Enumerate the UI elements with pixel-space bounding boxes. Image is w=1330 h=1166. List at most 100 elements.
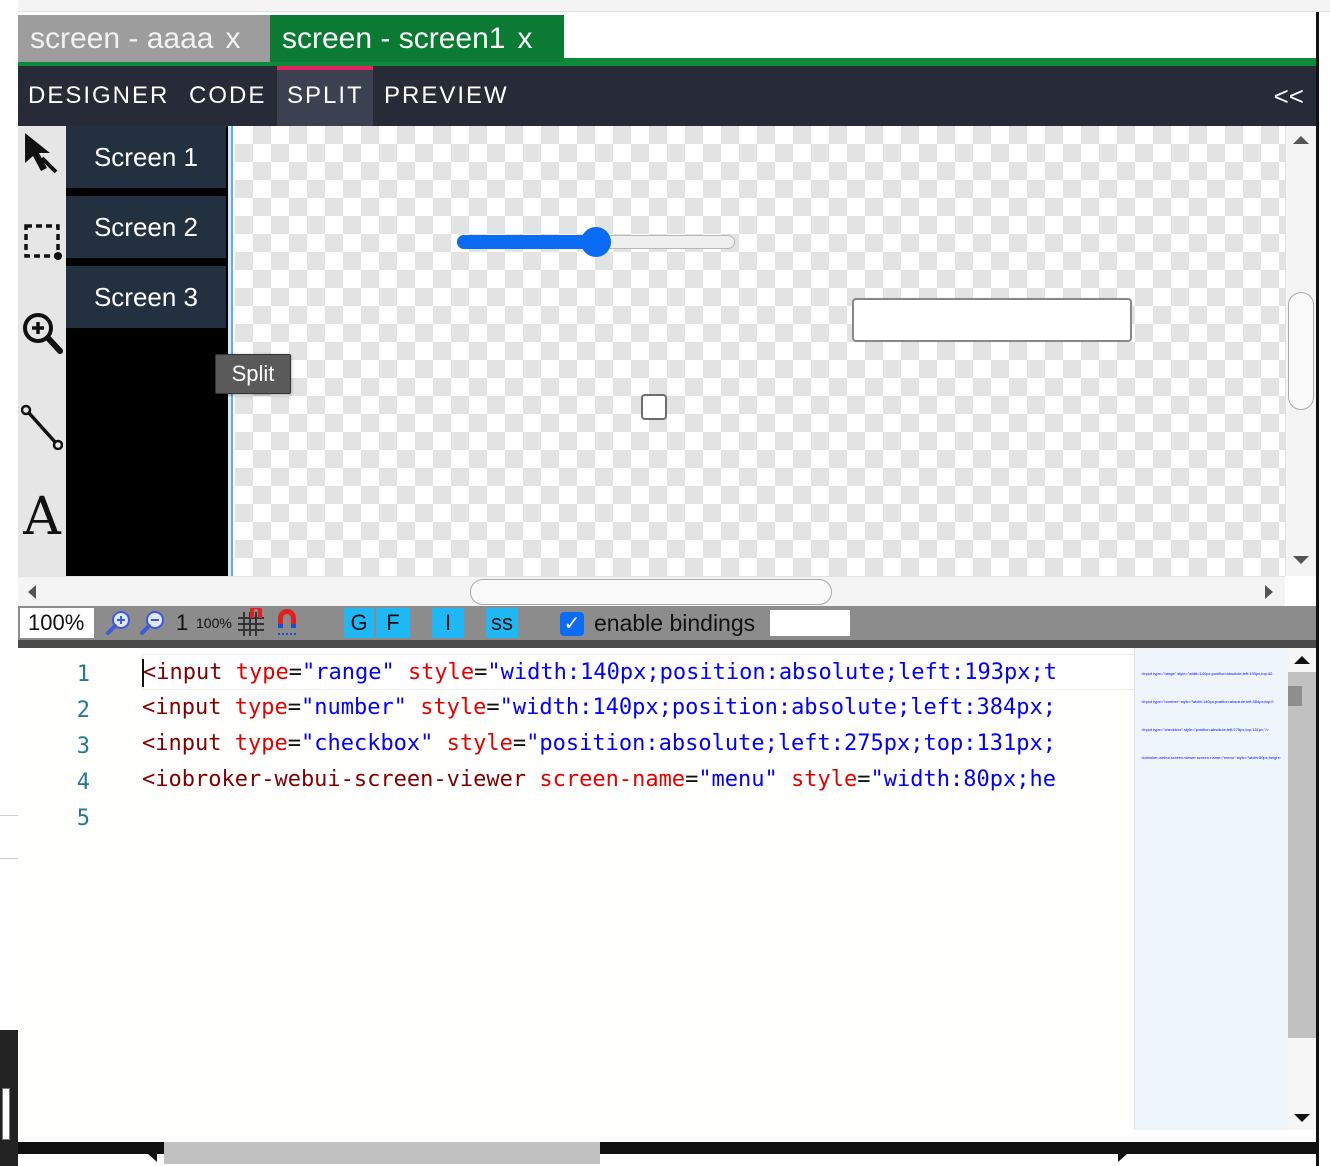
divider <box>0 858 18 859</box>
outer-left-edge <box>0 0 18 1166</box>
scroll-down-arrow-icon[interactable] <box>1294 1114 1310 1122</box>
designer-toolbar: 100% 1 100% G F I ss ✓ enable bindings <box>18 606 1316 640</box>
code-value: "menu" <box>698 767 778 792</box>
minimap-line: <input type="checkbox" style="position:a… <box>1141 728 1269 732</box>
tab-split[interactable]: SPLIT <box>277 66 373 126</box>
toolbar-text-input[interactable] <box>770 610 850 636</box>
doc-tab-label: screen - screen1 <box>282 22 506 55</box>
code-line[interactable]: <input type="number" style="width:140px;… <box>142 690 1056 726</box>
scroll-right-arrow-icon[interactable] <box>1265 585 1273 599</box>
tooltip: Split <box>215 354 291 394</box>
code-horizontal-scrollbar[interactable] <box>142 1138 1134 1164</box>
doc-tab-label: screen - aaaa <box>30 22 214 55</box>
scroll-up-arrow-icon[interactable] <box>1293 136 1309 144</box>
zoom-icon[interactable] <box>20 308 64 358</box>
code-minimap[interactable]: <input type="range" style="width:140px;p… <box>1134 648 1288 1130</box>
window-top-strip <box>0 0 1330 12</box>
toggle-i-button[interactable]: I <box>432 608 464 638</box>
scroll-up-arrow-icon[interactable] <box>1294 656 1310 664</box>
pointer-icon[interactable] <box>20 128 64 178</box>
close-icon[interactable]: x <box>225 22 240 55</box>
scrollbar-thumb[interactable] <box>1288 292 1314 410</box>
tab-preview[interactable]: PREVIEW <box>374 66 519 126</box>
code-value: "width:140px;position:absolute;left:193p… <box>487 660 1057 685</box>
code-editor[interactable]: 1 2 3 4 5 <input type="range" style="wid… <box>18 648 1316 1164</box>
code-attr: type <box>235 660 289 685</box>
scroll-down-arrow-icon[interactable] <box>1293 556 1309 564</box>
designer-app: screen - aaaa x screen - screen1 x DESIGNE… <box>18 12 1316 1164</box>
background-panel <box>2 1088 10 1140</box>
canvas-horizontal-scrollbar[interactable] <box>18 576 1285 606</box>
minimap-line: <input type="range" style="width:140px;p… <box>1141 672 1273 676</box>
document-tab-bar: screen - aaaa x screen - screen1 x <box>18 12 1316 66</box>
toggle-g-button[interactable]: G <box>344 608 374 638</box>
code-value: "width:140px;position:absolute;left:384p… <box>499 695 1056 720</box>
designer-area: A Screen 1 Screen 2 Screen 3 Split <box>18 126 1316 606</box>
tab-designer[interactable]: DESIGNER <box>18 66 179 126</box>
close-icon[interactable]: x <box>517 22 532 55</box>
slider-thumb[interactable] <box>581 227 611 257</box>
canvas-vertical-scrollbar[interactable] <box>1285 126 1316 576</box>
split-resize-handle[interactable] <box>228 126 233 576</box>
zoom-in-icon[interactable] <box>104 608 134 638</box>
toggle-ss-button[interactable]: ss <box>486 608 518 638</box>
text-cursor <box>142 659 144 687</box>
scrollbar-thumb[interactable] <box>1288 672 1316 1038</box>
code-tag: <iobroker-webui-screen-viewer <box>142 767 527 792</box>
enable-bindings-label: enable bindings <box>594 610 756 636</box>
range-slider-widget[interactable] <box>457 227 737 257</box>
code-line[interactable]: <iobroker-webui-screen-viewer screen-nam… <box>142 762 1056 798</box>
screen-item-3[interactable]: Screen 3 <box>66 266 226 328</box>
line-number: 4 <box>76 770 90 795</box>
code-line[interactable]: <input type="range" style="width:140px;p… <box>142 654 1134 690</box>
zoom-out-icon[interactable] <box>138 608 168 638</box>
scroll-left-arrow-icon[interactable] <box>148 1146 157 1162</box>
minimap-line: <iobroker-webui-screen-viewer screen-nam… <box>1141 756 1281 760</box>
zoom-100-button[interactable]: 100% <box>196 608 232 638</box>
line-icon[interactable] <box>20 402 64 452</box>
slider-fill <box>457 235 597 249</box>
line-number-gutter: 1 2 3 4 5 <box>18 648 138 1128</box>
magnet-snap-icon[interactable] <box>272 608 302 638</box>
screen-item-1[interactable]: Screen 1 <box>66 126 226 188</box>
doc-tab-screen-screen1[interactable]: screen - screen1 x <box>270 15 564 62</box>
line-number: 2 <box>76 698 90 723</box>
line-number: 1 <box>76 662 90 687</box>
zoom-level-field[interactable]: 100% <box>20 608 94 638</box>
number-input-widget[interactable] <box>852 298 1132 342</box>
screen-list: Screen 1 Screen 2 Screen 3 <box>66 126 228 576</box>
checkbox-widget[interactable] <box>641 394 667 420</box>
code-line[interactable]: <input type="checkbox" style="position:a… <box>142 726 1056 762</box>
scroll-position-marker <box>1288 686 1302 706</box>
select-rect-icon[interactable] <box>20 216 64 266</box>
code-attr: style <box>407 660 475 685</box>
pane-splitter[interactable] <box>18 640 1316 648</box>
enable-bindings-checkbox[interactable]: ✓ <box>560 612 584 636</box>
toggle-f-button[interactable]: F <box>376 608 410 638</box>
snap-to-grid-icon[interactable] <box>236 608 266 638</box>
code-vertical-scrollbar[interactable] <box>1288 648 1316 1130</box>
code-attr: style <box>446 731 513 756</box>
code-value: "range" <box>301 660 395 685</box>
code-tag: <input <box>142 731 222 756</box>
code-attr: screen-name <box>539 767 686 792</box>
line-number: 3 <box>76 734 90 759</box>
design-canvas[interactable] <box>235 126 1285 576</box>
doc-tab-screen-aaaa[interactable]: screen - aaaa x <box>18 15 270 62</box>
scrollbar-thumb[interactable] <box>164 1142 600 1164</box>
divider <box>0 815 18 816</box>
scroll-right-arrow-icon[interactable] <box>1118 1146 1127 1162</box>
code-attr: type <box>234 695 288 720</box>
code-value: "width:80px;he <box>870 767 1056 792</box>
tool-palette: A <box>18 126 66 576</box>
code-text-area[interactable]: <input type="range" style="width:140px;p… <box>142 648 1134 1128</box>
scrollbar-thumb[interactable] <box>470 579 832 605</box>
collapse-panel-button[interactable]: << <box>1274 66 1304 126</box>
code-tag: <input <box>142 695 222 720</box>
tab-code[interactable]: CODE <box>179 66 276 126</box>
zoom-reset-button[interactable]: 1 <box>176 608 188 638</box>
screen-item-2[interactable]: Screen 2 <box>66 196 226 258</box>
code-value: "position:absolute;left:275px;top:131px; <box>526 731 1056 756</box>
scroll-left-arrow-icon[interactable] <box>28 585 36 599</box>
text-icon[interactable]: A <box>20 487 64 547</box>
